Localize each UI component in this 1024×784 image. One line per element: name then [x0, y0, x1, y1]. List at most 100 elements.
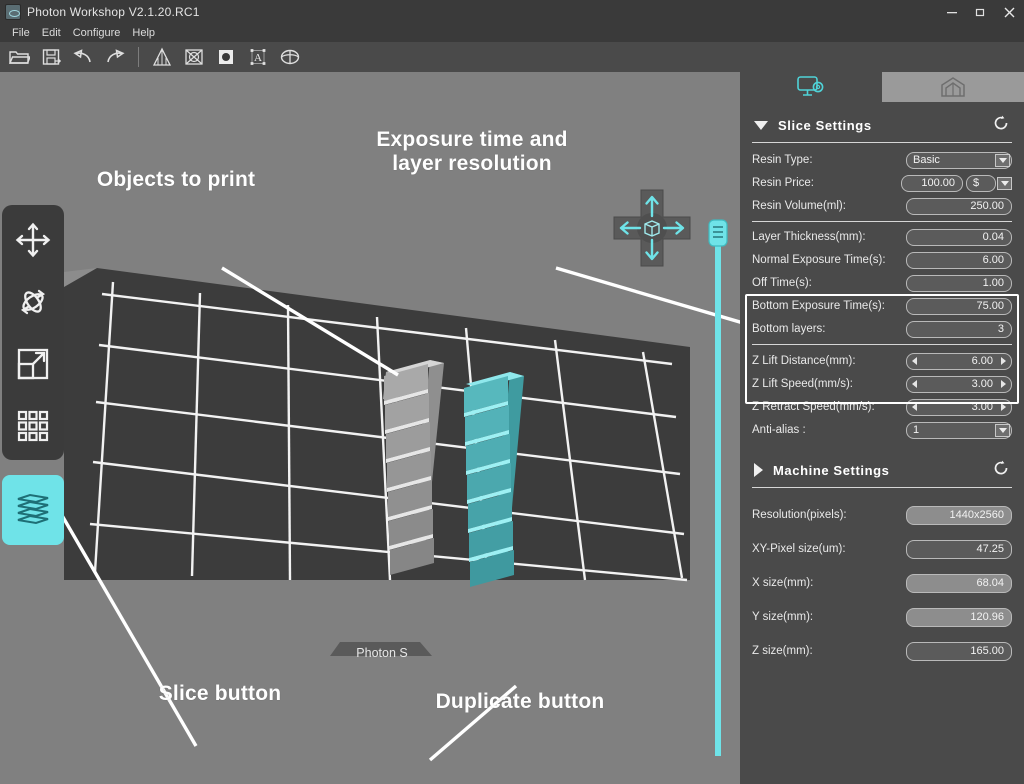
chevron-down-icon[interactable]	[754, 120, 768, 130]
build-plate-label: Photon S	[356, 646, 408, 660]
z-lift-distance-spinner[interactable]: 6.00	[906, 352, 1012, 370]
increment-icon[interactable]	[1001, 403, 1006, 411]
row-normal-exposure-time: Normal Exposure Time(s): 6.00	[752, 249, 1012, 271]
resin-volume-input[interactable]: 250.00	[906, 197, 1012, 215]
maximize-restore-button[interactable]	[966, 0, 994, 24]
z-lift-distance-value[interactable]: 6.00	[906, 352, 1012, 370]
label-z-lift-speed: Z Lift Speed(mm/s):	[752, 378, 853, 390]
bottom-layers-input[interactable]: 3	[906, 320, 1012, 338]
hollow-icon[interactable]	[211, 43, 241, 71]
settings-divider-2	[752, 344, 1012, 345]
annotation-duplicate-button: Duplicate button	[435, 690, 605, 713]
increment-icon[interactable]	[1001, 357, 1006, 365]
layers-icon	[17, 493, 49, 525]
resin-currency-value[interactable]: $	[966, 174, 996, 192]
anti-alias-combo[interactable]: 1	[906, 421, 1012, 439]
refresh-icon[interactable]	[992, 114, 1010, 137]
photon-workshop-window: Photon Workshop V2.1.20.RC1 File Edit Co…	[0, 0, 1024, 784]
move-tool-icon[interactable]	[10, 217, 56, 263]
rotate-tool-icon[interactable]	[10, 279, 56, 325]
xy-pixel-size-value[interactable]: 47.25	[906, 539, 1012, 559]
row-resin-price: Resin Price: 100.00 $	[752, 172, 1012, 194]
decrement-icon[interactable]	[912, 380, 917, 388]
label-z-lift-distance: Z Lift Distance(mm):	[752, 355, 856, 367]
z-size-value[interactable]: 165.00	[906, 641, 1012, 661]
svg-text:A: A	[254, 52, 262, 64]
tab-machine-settings[interactable]	[882, 72, 1024, 102]
row-off-time: Off Time(s): 1.00	[752, 272, 1012, 294]
row-z-retract-speed: Z Retract Speed(mm/s): 3.00	[752, 396, 1012, 418]
label-y-size: Y size(mm):	[752, 611, 814, 623]
redo-icon[interactable]	[100, 43, 130, 71]
row-xy-pixel-size: XY-Pixel size(um): 47.25	[752, 532, 1012, 566]
z-lift-speed-spinner[interactable]: 3.00	[906, 375, 1012, 393]
duplicate-tool-icon[interactable]	[10, 403, 56, 449]
annotation-objects-to-print: Objects to print	[96, 168, 256, 191]
row-layer-thickness: Layer Thickness(mm): 0.04	[752, 226, 1012, 248]
tab-slice-settings[interactable]	[740, 72, 882, 102]
chevron-right-icon[interactable]	[754, 463, 763, 477]
label-off-time: Off Time(s):	[752, 277, 812, 289]
window-title: Photon Workshop V2.1.20.RC1	[27, 5, 200, 19]
z-retract-speed-spinner[interactable]: 3.00	[906, 398, 1012, 416]
decrement-icon[interactable]	[912, 357, 917, 365]
scale-tool-icon[interactable]	[10, 341, 56, 387]
label-resin-type: Resin Type:	[752, 154, 813, 166]
chevron-down-icon[interactable]	[995, 153, 1010, 167]
row-resolution: Resolution(pixels): 1440x2560	[752, 498, 1012, 532]
undo-icon[interactable]	[68, 43, 98, 71]
row-z-lift-speed: Z Lift Speed(mm/s): 3.00	[752, 373, 1012, 395]
open-file-icon[interactable]	[4, 43, 34, 71]
resin-currency-combo[interactable]: $	[966, 174, 996, 192]
save-file-icon[interactable]	[36, 43, 66, 71]
layer-thickness-input[interactable]: 0.04	[906, 228, 1012, 246]
settings-panel: Slice Settings Resin Type: Basic Resin P…	[740, 72, 1024, 784]
z-layer-slider[interactable]	[707, 218, 729, 758]
mesh-repair-icon[interactable]	[179, 43, 209, 71]
menu-edit[interactable]: Edit	[36, 27, 67, 39]
z-retract-speed-value[interactable]: 3.00	[906, 398, 1012, 416]
text-icon[interactable]: A	[243, 43, 273, 71]
machine-settings-header[interactable]: Machine Settings	[740, 455, 1024, 485]
menu-configure[interactable]: Configure	[67, 27, 127, 39]
row-anti-alias: Anti-alias : 1	[752, 419, 1012, 441]
label-resin-price: Resin Price:	[752, 177, 814, 189]
label-resolution: Resolution(pixels):	[752, 509, 847, 521]
menu-file[interactable]: File	[6, 27, 36, 39]
row-bottom-layers: Bottom layers: 3	[752, 318, 1012, 340]
panel-tabs	[740, 72, 1024, 102]
annotation-exposure-layer: Exposure time and layer resolution	[376, 128, 568, 176]
z-lift-speed-value[interactable]: 3.00	[906, 375, 1012, 393]
resin-type-combo[interactable]: Basic	[906, 151, 1012, 169]
minimize-button[interactable]	[938, 0, 966, 24]
refresh-icon[interactable]	[992, 459, 1010, 482]
menu-bar: File Edit Configure Help	[0, 24, 1024, 42]
chevron-down-icon[interactable]	[997, 176, 1012, 190]
row-x-size: X size(mm): 68.04	[752, 566, 1012, 600]
resin-price-input[interactable]: 100.00	[901, 174, 963, 192]
main-toolbar: A	[0, 42, 1024, 72]
label-z-retract-speed: Z Retract Speed(mm/s):	[752, 401, 875, 413]
label-layer-thickness: Layer Thickness(mm):	[752, 231, 866, 243]
increment-icon[interactable]	[1001, 380, 1006, 388]
row-bottom-exposure-time: Bottom Exposure Time(s): 75.00	[752, 295, 1012, 317]
normal-exposure-time-input[interactable]: 6.00	[906, 251, 1012, 269]
view-navigation-gizmo[interactable]	[608, 184, 696, 272]
slice-tool-button[interactable]	[2, 475, 64, 545]
row-z-lift-distance: Z Lift Distance(mm): 6.00	[752, 350, 1012, 372]
chevron-down-icon[interactable]	[995, 423, 1010, 437]
slice-settings-rows: Resin Type: Basic Resin Price: 100.00 $	[740, 143, 1024, 441]
label-bottom-exposure-time: Bottom Exposure Time(s):	[752, 300, 885, 312]
3d-viewport[interactable]: Photon S Objects to print Exposure time …	[0, 72, 740, 784]
x-size-value: 68.04	[906, 573, 1012, 593]
annotation-slice-button: Slice button	[158, 682, 282, 705]
decrement-icon[interactable]	[912, 403, 917, 411]
machine-settings-title: Machine Settings	[773, 462, 890, 478]
bottom-exposure-time-input[interactable]: 75.00	[906, 297, 1012, 315]
close-button[interactable]	[994, 0, 1024, 24]
slice-preview-icon[interactable]	[275, 43, 305, 71]
off-time-input[interactable]: 1.00	[906, 274, 1012, 292]
slice-settings-header[interactable]: Slice Settings	[740, 110, 1024, 140]
supports-icon[interactable]	[147, 43, 177, 71]
menu-help[interactable]: Help	[126, 27, 161, 39]
